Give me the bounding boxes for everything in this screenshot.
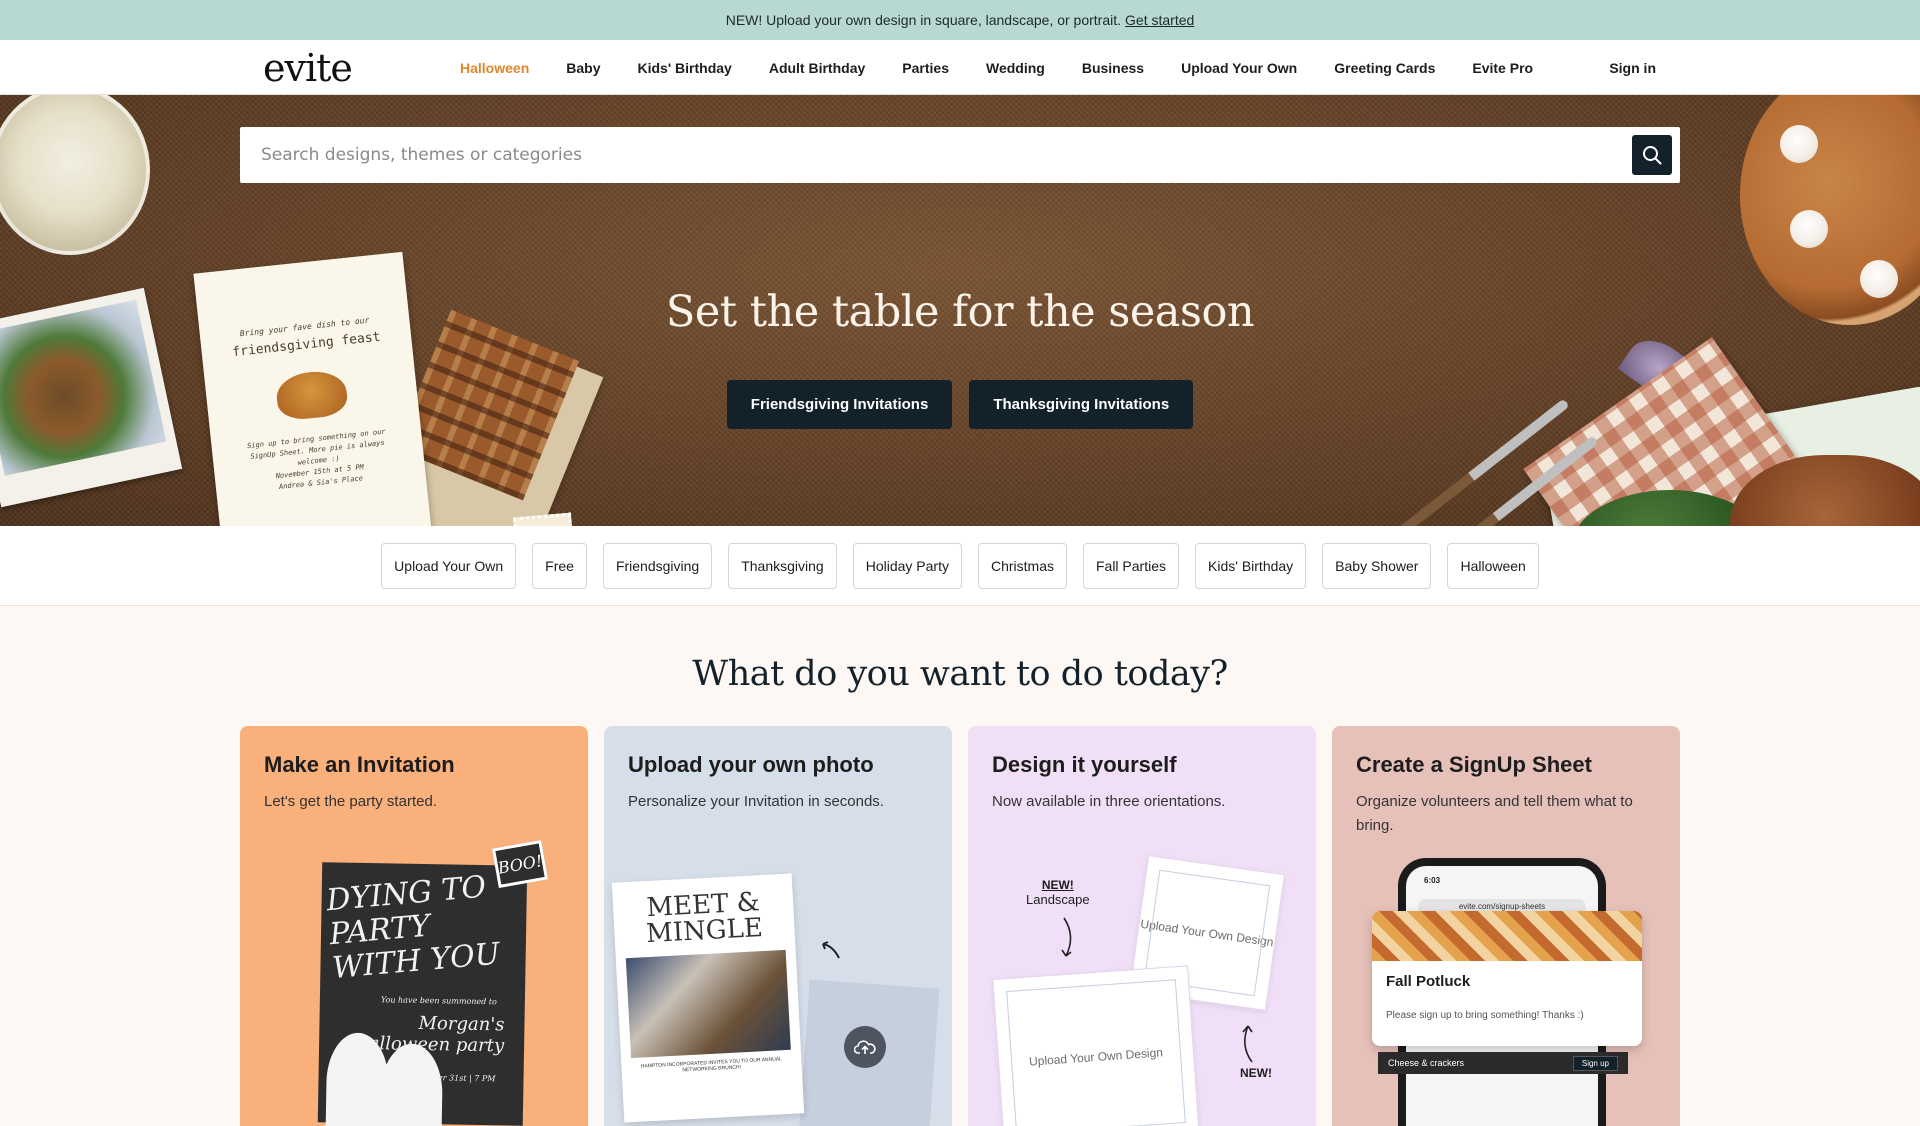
card-subtitle: Personalize your Invitation in seconds.	[628, 793, 884, 810]
chip-christmas[interactable]: Christmas	[977, 542, 1067, 589]
new-landscape-label: NEW! Landscape	[1026, 878, 1090, 907]
category-chips: Upload Your Own Free Friendsgiving Thank…	[0, 526, 1920, 606]
card-title: Make an Invitation	[264, 752, 455, 777]
new-label: NEW!	[1041, 878, 1074, 892]
event-title: Fall Potluck	[1386, 973, 1471, 990]
search-icon	[1643, 146, 1662, 165]
fall-potluck-card: Fall Potluck Please sign up to bring som…	[1372, 911, 1642, 1046]
ghost-image	[379, 1043, 444, 1126]
wine-glass-image	[0, 95, 150, 255]
upload-photo-card[interactable]: Upload your own photo Personalize your I…	[604, 726, 952, 1126]
section-title: What do you want to do today?	[692, 654, 1228, 694]
friendsgiving-invitations-button[interactable]: Friendsgiving Invitations	[726, 380, 953, 429]
halloween-invite-preview: DYING TO PARTY WITH YOU You have been su…	[317, 862, 528, 1126]
get-started-link[interactable]: Get started	[1125, 12, 1194, 28]
new-label: NEW!	[1240, 1066, 1272, 1080]
invite-small-text: You have been summoned to	[380, 995, 497, 1007]
hero-buttons: Friendsgiving Invitations Thanksgiving I…	[0, 380, 1920, 429]
event-description: Please sign up to bring something! Thank…	[1386, 1010, 1584, 1021]
hero-title: Set the table for the season	[665, 287, 1255, 337]
autumn-leaves-banner	[1372, 911, 1642, 961]
nav-item-upload-your-own[interactable]: Upload Your Own	[1181, 60, 1297, 76]
evite-logo[interactable]: evite	[263, 46, 353, 90]
site-header: evite Halloween Baby Kids' Birthday Adul…	[0, 40, 1920, 95]
chip-kids-birthday[interactable]: Kids' Birthday	[1195, 542, 1307, 589]
invite-headline: DYING TO PARTY WITH YOU	[324, 869, 502, 987]
whipped-cream-image	[1780, 125, 1818, 163]
announcement-banner: NEW! Upload your own design in square, l…	[0, 0, 1920, 40]
arrow-icon	[822, 941, 840, 959]
signup-button: Sign up	[1572, 1055, 1618, 1071]
announcement-text: NEW! Upload your own design in square, l…	[725, 12, 1122, 28]
meet-mingle-invite-preview: MEET & MINGLE HAMPTON INCORPORATED INVIT…	[611, 873, 805, 1123]
arrow-icon	[1242, 1025, 1253, 1063]
signup-sheet-card[interactable]: Create a SignUp Sheet Organize volunteer…	[1332, 726, 1680, 1126]
card-title: Design it yourself	[992, 752, 1177, 777]
thanksgiving-invitations-button[interactable]: Thanksgiving Invitations	[969, 380, 1194, 429]
nav-item-parties[interactable]: Parties	[902, 60, 949, 76]
main-nav: Halloween Baby Kids' Birthday Adult Birt…	[460, 40, 1570, 95]
nav-item-evite-pro[interactable]: Evite Pro	[1472, 60, 1533, 76]
sign-in-link[interactable]: Sign in	[1609, 40, 1656, 95]
nav-item-baby[interactable]: Baby	[566, 60, 600, 76]
make-invitation-card[interactable]: Make an Invitation Let's get the party s…	[240, 726, 588, 1126]
signup-item: Cheese & crackers	[1388, 1058, 1465, 1068]
nav-item-greeting-cards[interactable]: Greeting Cards	[1334, 60, 1435, 76]
card-subtitle: Now available in three orientations.	[992, 793, 1226, 810]
nav-item-halloween[interactable]: Halloween	[460, 60, 529, 76]
action-cards: Make an Invitation Let's get the party s…	[240, 726, 1680, 1126]
brunch-photo-image	[625, 949, 791, 1059]
invite-headline: MEET & MINGLE	[645, 887, 764, 950]
chip-baby-shower[interactable]: Baby Shower	[1322, 542, 1432, 589]
phone-time: 6:03	[1424, 876, 1441, 885]
signup-row: Cheese & crackers Sign up	[1378, 1052, 1628, 1074]
cloud-upload-icon	[844, 1026, 886, 1068]
chip-free[interactable]: Free	[532, 542, 587, 589]
search-button[interactable]	[1632, 135, 1672, 175]
card-title: Create a SignUp Sheet	[1356, 752, 1592, 777]
chip-holiday-party[interactable]: Holiday Party	[852, 542, 962, 589]
nav-item-kids-birthday[interactable]: Kids' Birthday	[637, 60, 731, 76]
card-subtitle: Let's get the party started.	[264, 793, 437, 810]
card-subtitle: Organize volunteers and tell them what t…	[1356, 793, 1633, 834]
chip-friendsgiving[interactable]: Friendsgiving	[602, 542, 713, 589]
landscape-design-card: Upload Your Own Design	[992, 965, 1200, 1126]
boo-badge: BOO!	[491, 839, 549, 889]
landscape-label: Landscape	[1026, 892, 1090, 907]
nav-item-adult-birthday[interactable]: Adult Birthday	[769, 60, 865, 76]
hero-banner: Bring your fave dish to our friendsgivin…	[0, 95, 1920, 526]
arrow-icon	[1061, 917, 1072, 957]
invite-footer: HAMPTON INCORPORATED INVITES YOU TO OUR …	[640, 1056, 783, 1074]
search-input[interactable]	[240, 145, 1632, 165]
whipped-cream-image	[1790, 210, 1828, 248]
nav-item-wedding[interactable]: Wedding	[986, 60, 1045, 76]
card-title: Upload your own photo	[628, 752, 874, 777]
search-bar	[240, 127, 1680, 183]
nav-item-business[interactable]: Business	[1082, 60, 1144, 76]
chip-thanksgiving[interactable]: Thanksgiving	[728, 542, 837, 589]
chip-fall-parties[interactable]: Fall Parties	[1082, 542, 1180, 589]
chip-halloween[interactable]: Halloween	[1447, 542, 1539, 589]
design-yourself-card[interactable]: Design it yourself Now available in thre…	[968, 726, 1316, 1126]
chip-upload-your-own[interactable]: Upload Your Own	[381, 542, 517, 589]
